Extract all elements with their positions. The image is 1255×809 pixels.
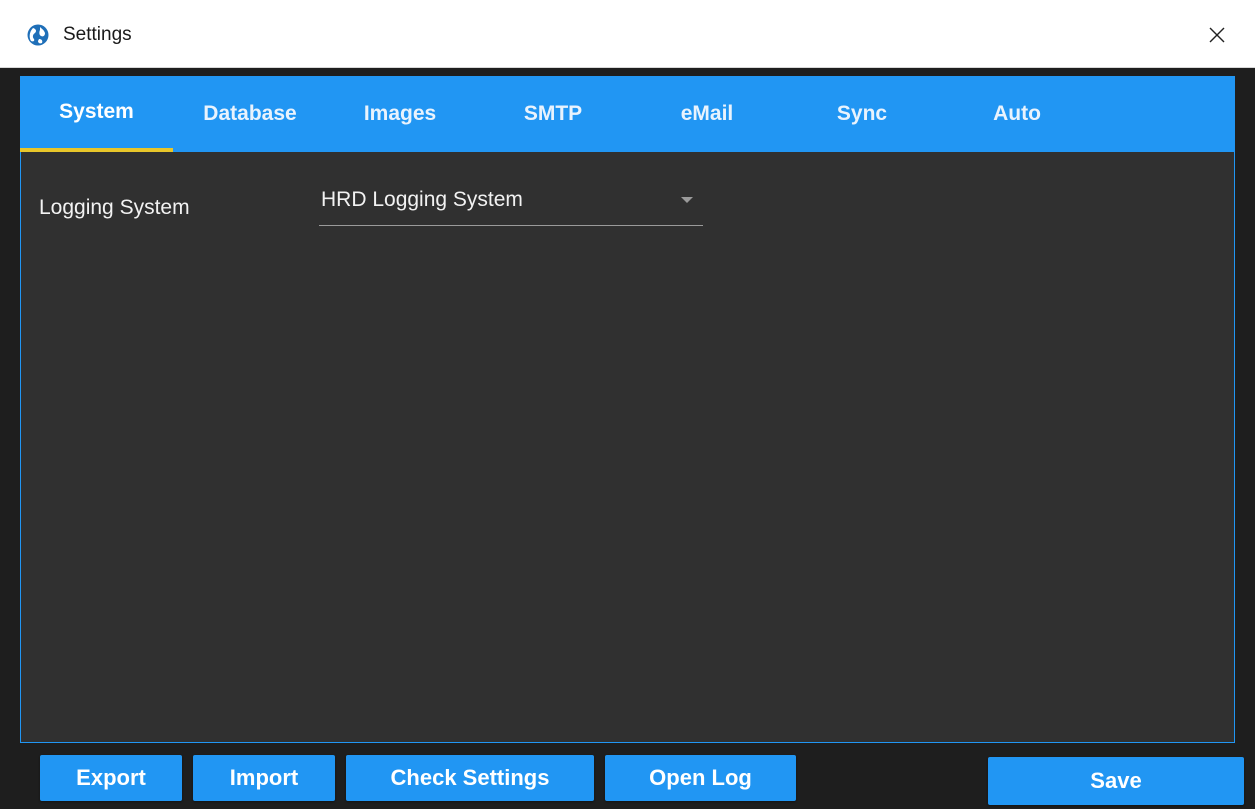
- tab-email[interactable]: eMail: [652, 76, 762, 152]
- check-settings-button[interactable]: Check Settings: [346, 755, 594, 801]
- globe-icon: [27, 24, 49, 46]
- tab-smtp[interactable]: SMTP: [498, 76, 608, 152]
- import-button[interactable]: Import: [193, 755, 335, 801]
- logging-system-value: HRD Logging System: [321, 188, 523, 211]
- settings-panel: Logging System HRD Logging System: [20, 152, 1235, 743]
- tab-bar: System Database Images SMTP eMail Sync A…: [20, 76, 1235, 152]
- close-button[interactable]: [1190, 12, 1244, 58]
- export-button[interactable]: Export: [40, 755, 182, 801]
- tab-auto[interactable]: Auto: [962, 76, 1072, 152]
- logging-system-label: Logging System: [39, 196, 190, 219]
- tab-database[interactable]: Database: [180, 76, 320, 152]
- tab-images[interactable]: Images: [340, 76, 460, 152]
- tab-system[interactable]: System: [20, 76, 173, 152]
- settings-window: Settings System Database Images SMTP eMa…: [0, 0, 1255, 809]
- save-button[interactable]: Save: [988, 757, 1244, 805]
- close-icon: [1209, 27, 1225, 43]
- tab-sync[interactable]: Sync: [807, 76, 917, 152]
- open-log-button[interactable]: Open Log: [605, 755, 796, 801]
- title-bar: Settings: [0, 0, 1255, 68]
- window-title: Settings: [63, 24, 132, 45]
- chevron-down-icon[interactable]: [681, 197, 693, 203]
- logging-system-select[interactable]: HRD Logging System: [319, 182, 703, 226]
